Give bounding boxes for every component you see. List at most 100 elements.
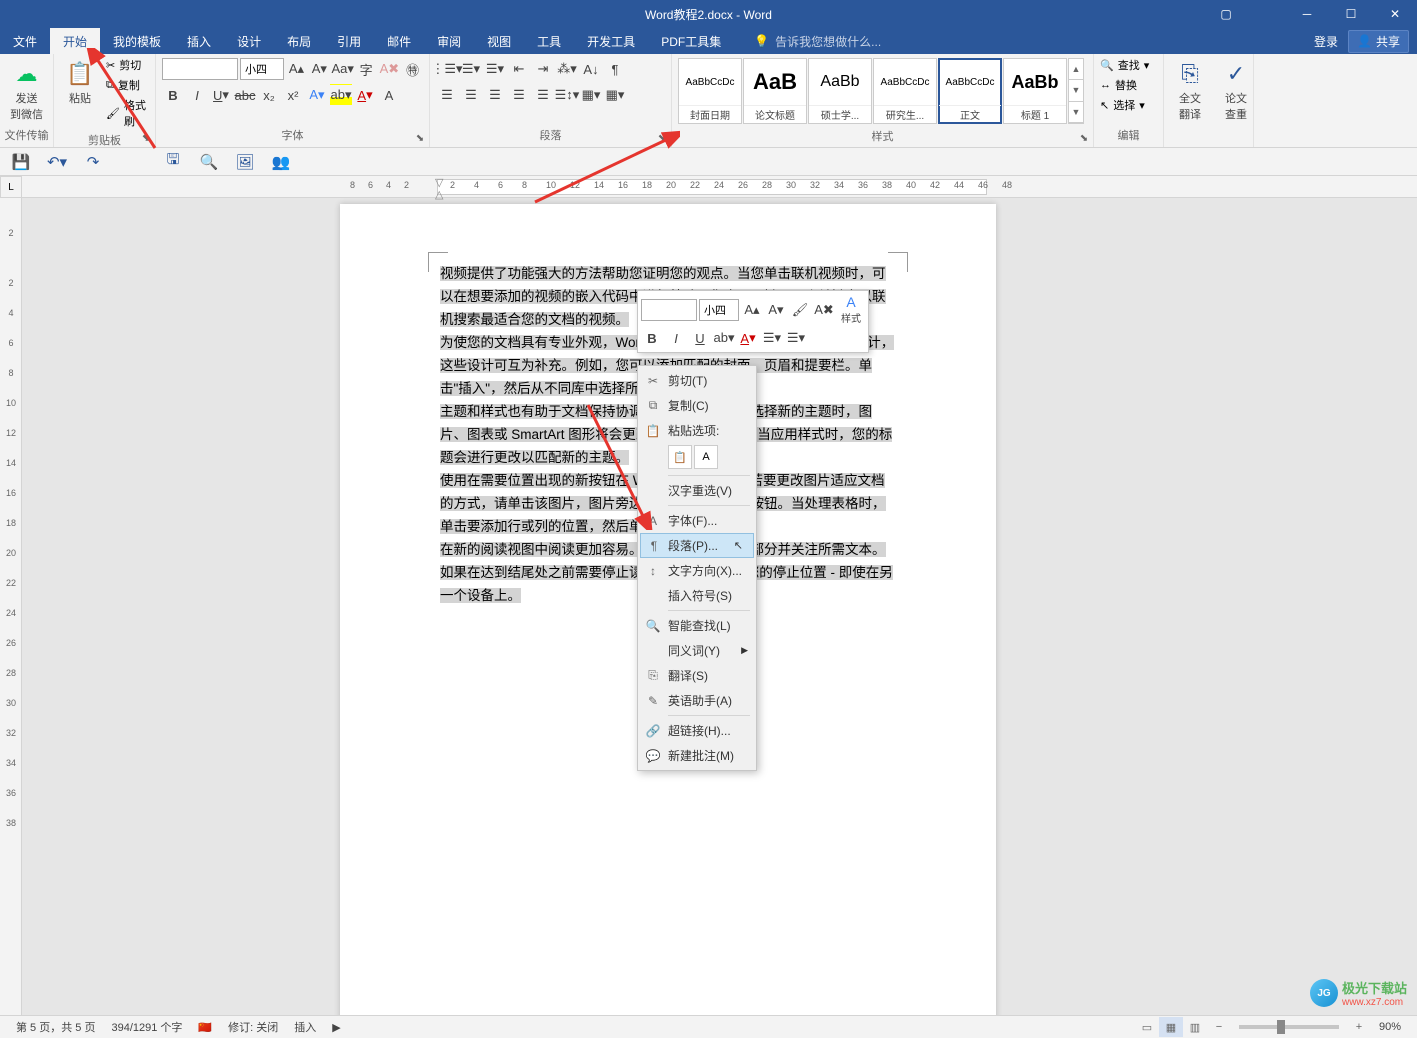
font-size-select[interactable] (240, 58, 284, 80)
strikethrough-icon[interactable]: abc (234, 84, 256, 106)
web-layout-icon[interactable]: ▥ (1183, 1017, 1207, 1037)
replace-button[interactable]: ↔替换 (1098, 76, 1151, 94)
share-button[interactable]: 👤 共享 (1348, 30, 1409, 53)
tab-design[interactable]: 设计 (224, 28, 274, 54)
style-master[interactable]: AaBb硕士学... (808, 58, 872, 124)
read-mode-icon[interactable]: ▭ (1135, 1017, 1159, 1037)
tab-tools[interactable]: 工具 (524, 28, 574, 54)
style-normal[interactable]: AaBbCcDc正文 (938, 58, 1002, 124)
maximize-icon[interactable]: ☐ (1329, 0, 1373, 28)
member-icon[interactable]: 👥 (270, 151, 292, 173)
tell-me-search[interactable]: 💡 告诉我您想做什么... (754, 33, 881, 50)
status-revision[interactable]: 修订: 关闭 (220, 1019, 286, 1035)
save-icon[interactable]: 💾 (10, 151, 32, 173)
paragraph-dialog-launcher[interactable]: ⬊ (655, 131, 669, 145)
status-page[interactable]: 第 5 页，共 5 页 (8, 1019, 103, 1035)
clipboard-dialog-launcher[interactable]: ⬊ (139, 131, 153, 145)
bold-icon[interactable]: B (162, 84, 184, 106)
cm-synonyms[interactable]: 同义词(Y)▶ (640, 638, 754, 663)
login-link[interactable]: 登录 (1314, 33, 1338, 50)
mini-decrease-font-icon[interactable]: A▾ (765, 299, 787, 321)
find-button[interactable]: 🔍查找▾ (1098, 56, 1151, 74)
underline-icon[interactable]: U▾ (210, 84, 232, 106)
format-painter-button[interactable]: 🖌格式刷 (104, 96, 151, 130)
mini-font-name[interactable] (641, 299, 697, 321)
tab-insert[interactable]: 插入 (174, 28, 224, 54)
increase-indent-icon[interactable]: ⇥ (532, 58, 554, 80)
align-right-icon[interactable]: ☰ (484, 84, 506, 106)
mini-increase-font-icon[interactable]: A▴ (741, 299, 763, 321)
tab-pdf-tools[interactable]: PDF工具集 (648, 28, 734, 54)
text-effects-icon[interactable]: A▾ (306, 84, 328, 106)
cm-copy[interactable]: ⧉复制(C) (640, 393, 754, 418)
mini-styles-button[interactable]: A 样式 (837, 294, 865, 325)
asian-layout-icon[interactable]: ⁂▾ (556, 58, 578, 80)
change-case-icon[interactable]: Aa▾ (332, 58, 354, 80)
zoom-level[interactable]: 90% (1371, 1021, 1409, 1033)
mini-highlight-icon[interactable]: ab▾ (713, 327, 735, 349)
cm-paragraph[interactable]: ¶段落(P)...↖ (640, 533, 754, 558)
font-name-select[interactable] (162, 58, 238, 80)
horizontal-ruler[interactable]: 8 6 4 2 2 4 6 8 10 12 14 16 18 20 22 24 … (22, 176, 1417, 198)
align-left-icon[interactable]: ☰ (436, 84, 458, 106)
mini-italic-icon[interactable]: I (665, 327, 687, 349)
print-preview-icon[interactable]: 🖫 (162, 151, 184, 173)
print-layout-icon[interactable]: ▦ (1159, 1017, 1183, 1037)
align-center-icon[interactable]: ☰ (460, 84, 482, 106)
style-thesis-title[interactable]: AaB论文标题 (743, 58, 807, 124)
cm-smart-lookup[interactable]: 🔍智能查找(L) (640, 613, 754, 638)
distribute-icon[interactable]: ☰ (532, 84, 554, 106)
phonetic-guide-icon[interactable]: 字 (356, 58, 377, 80)
tab-home[interactable]: 开始 (50, 28, 100, 54)
cm-new-comment[interactable]: 💬新建批注(M) (640, 743, 754, 768)
select-button[interactable]: ↖选择▾ (1098, 96, 1151, 114)
paste-text-only-icon[interactable]: A (694, 445, 718, 469)
zoom-in-icon[interactable]: + (1347, 1017, 1371, 1037)
style-cover-date[interactable]: AaBbCcDc封面日期 (678, 58, 742, 124)
zoom-out-icon[interactable]: − (1207, 1017, 1231, 1037)
tab-mailings[interactable]: 邮件 (374, 28, 424, 54)
zoom-icon[interactable]: 🔍 (198, 151, 220, 173)
close-icon[interactable]: ✕ (1373, 0, 1417, 28)
cm-font[interactable]: A字体(F)... (640, 508, 754, 533)
cm-hanzi-reselect[interactable]: 汉字重选(V) (640, 478, 754, 503)
mini-underline-icon[interactable]: U (689, 327, 711, 349)
mini-font-color-icon[interactable]: A▾ (737, 327, 759, 349)
character-border-icon[interactable]: A (378, 84, 400, 106)
ribbon-display-options-icon[interactable]: ▢ (1211, 0, 1241, 28)
borders-icon[interactable]: ▦▾ (604, 84, 626, 106)
send-to-wechat-button[interactable]: ☁ 发送 到微信 (4, 56, 49, 124)
paste-button[interactable]: 📋 粘贴 (58, 56, 102, 108)
picture-icon[interactable]: 🖼 (234, 151, 256, 173)
superscript-icon[interactable]: x² (282, 84, 304, 106)
cm-hyperlink[interactable]: 🔗超链接(H)... (640, 718, 754, 743)
decrease-font-icon[interactable]: A▾ (309, 58, 330, 80)
multilevel-list-icon[interactable]: ☰▾ (484, 58, 506, 80)
highlight-icon[interactable]: ab▾ (330, 84, 352, 106)
style-graduate[interactable]: AaBbCcDc研究生... (873, 58, 937, 124)
paste-keep-source-icon[interactable]: 📋 (668, 445, 692, 469)
copy-button[interactable]: ⧉复制 (104, 76, 151, 94)
shading-icon[interactable]: ▦▾ (580, 84, 602, 106)
decrease-indent-icon[interactable]: ⇤ (508, 58, 530, 80)
cm-english-assistant[interactable]: ✎英语助手(A) (640, 688, 754, 713)
mini-font-size[interactable] (699, 299, 739, 321)
font-color-icon[interactable]: A▾ (354, 84, 376, 106)
styles-gallery[interactable]: AaBbCcDc封面日期 AaB论文标题 AaBb硕士学... AaBbCcDc… (678, 58, 1084, 124)
styles-scroll-down-icon[interactable]: ▼ (1069, 80, 1083, 101)
style-heading1[interactable]: AaBb标题 1 (1003, 58, 1067, 124)
full-translate-button[interactable]: ⎘ 全文 翻译 (1168, 56, 1212, 124)
minimize-icon[interactable]: ─ (1285, 0, 1329, 28)
status-insert-mode[interactable]: 插入 (286, 1019, 324, 1035)
mini-format-painter-icon[interactable]: 🖌 (789, 299, 811, 321)
cm-insert-symbol[interactable]: 插入符号(S) (640, 583, 754, 608)
cut-button[interactable]: ✂剪切 (104, 56, 151, 74)
tab-review[interactable]: 审阅 (424, 28, 474, 54)
enclose-char-icon[interactable]: ㊕ (402, 58, 423, 80)
bullets-icon[interactable]: ⋮☰▾ (436, 58, 458, 80)
undo-icon[interactable]: ↶▾ (46, 151, 68, 173)
show-marks-icon[interactable]: ¶ (604, 58, 626, 80)
tab-view[interactable]: 视图 (474, 28, 524, 54)
tab-file[interactable]: 文件 (0, 28, 50, 54)
styles-dialog-launcher[interactable]: ⬊ (1077, 131, 1091, 145)
